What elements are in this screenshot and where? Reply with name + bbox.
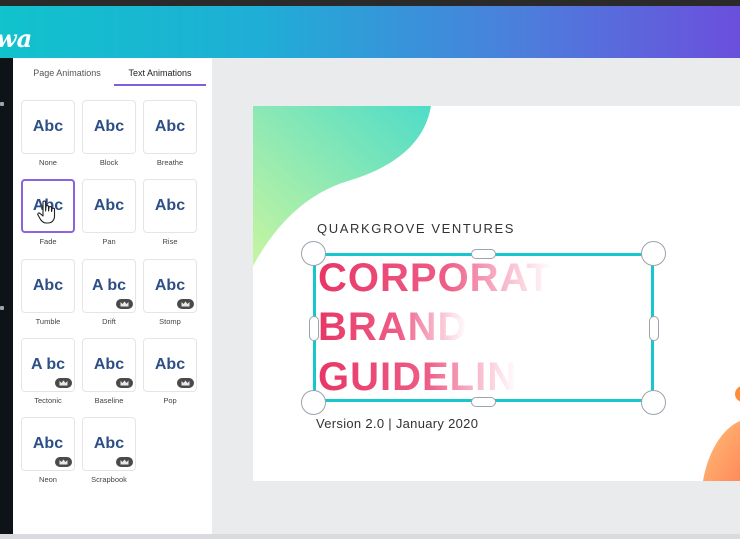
animation-preview-text: Abc bbox=[32, 118, 64, 135]
animation-tile-tumble[interactable]: Abc bbox=[21, 259, 75, 313]
animation-tile-baseline[interactable]: Abc bbox=[82, 338, 136, 392]
animation-label: Fade bbox=[39, 237, 57, 246]
text-selection-box[interactable] bbox=[313, 253, 654, 402]
animation-label: Baseline bbox=[94, 396, 124, 405]
animation-preview-text: Abc bbox=[154, 118, 186, 135]
resize-handle-left[interactable] bbox=[309, 316, 319, 341]
animation-preview-text: Abc bbox=[32, 435, 64, 452]
left-sidebar-rail bbox=[0, 58, 13, 539]
animation-preview-text: Abc bbox=[93, 197, 125, 214]
animation-tile-block[interactable]: Abc bbox=[82, 100, 136, 154]
animation-preview-text: A bc bbox=[91, 277, 127, 294]
crown-icon bbox=[116, 457, 133, 467]
app-logo[interactable]: wa bbox=[0, 24, 32, 53]
crown-icon bbox=[116, 378, 133, 388]
animation-label: Drift bbox=[102, 317, 116, 326]
resize-handle-top-left[interactable] bbox=[301, 241, 326, 266]
animation-tile-scrapbook[interactable]: Abc bbox=[82, 417, 136, 471]
hand-pointer-icon bbox=[37, 200, 56, 224]
animation-tile-pop[interactable]: Abc bbox=[143, 338, 197, 392]
resize-handle-right[interactable] bbox=[649, 316, 659, 341]
app-header: wa bbox=[0, 6, 740, 58]
resize-handle-top-right[interactable] bbox=[641, 241, 666, 266]
animation-label: Breathe bbox=[156, 158, 184, 167]
crown-icon bbox=[55, 457, 72, 467]
animation-label: Scrapbook bbox=[91, 475, 127, 484]
animation-label: Stomp bbox=[159, 317, 181, 326]
animation-label: Rise bbox=[162, 237, 178, 246]
animation-panel: Page Animations Text Animations Abc None A… bbox=[13, 58, 212, 539]
animation-tile-rise[interactable]: Abc bbox=[143, 179, 197, 233]
animation-label: Tumble bbox=[35, 317, 61, 326]
resize-handle-bottom-left[interactable] bbox=[301, 390, 326, 415]
animation-tabs: Page Animations Text Animations bbox=[13, 58, 212, 88]
resize-handle-bottom-right[interactable] bbox=[641, 390, 666, 415]
animation-tile-pan[interactable]: Abc bbox=[82, 179, 136, 233]
animation-preview-text: Abc bbox=[93, 435, 125, 452]
animation-tile-tectonic[interactable]: A bc bbox=[21, 338, 75, 392]
tab-page-animations[interactable]: Page Animations bbox=[27, 67, 107, 87]
animation-label: None bbox=[39, 158, 57, 167]
animation-label: Neon bbox=[39, 475, 57, 484]
crown-icon bbox=[177, 378, 194, 388]
animation-label: Pop bbox=[163, 396, 177, 405]
animation-label: Block bbox=[99, 158, 119, 167]
animation-tile-none[interactable]: Abc bbox=[21, 100, 75, 154]
active-tab-indicator bbox=[114, 84, 206, 86]
version-text[interactable]: Version 2.0 | January 2020 bbox=[316, 416, 478, 431]
rail-item-icon[interactable] bbox=[0, 306, 4, 310]
crown-icon bbox=[55, 378, 72, 388]
animation-preview-text: Abc bbox=[154, 356, 186, 373]
resize-handle-bottom[interactable] bbox=[471, 397, 496, 407]
animation-tile-stomp[interactable]: Abc bbox=[143, 259, 197, 313]
company-name[interactable]: QUARKGROVE VENTURES bbox=[317, 221, 515, 236]
rail-item-icon[interactable] bbox=[0, 102, 4, 106]
bottom-strip bbox=[0, 534, 740, 539]
resize-handle-top[interactable] bbox=[471, 249, 496, 259]
animation-label: Pan bbox=[102, 237, 116, 246]
animation-preview-text: Abc bbox=[32, 277, 64, 294]
animation-label: Tectonic bbox=[34, 396, 62, 405]
animation-tile-neon[interactable]: Abc bbox=[21, 417, 75, 471]
animation-preview-text: A bc bbox=[30, 356, 66, 373]
animation-preview-text: Abc bbox=[154, 277, 186, 294]
animation-preview-text: Abc bbox=[93, 356, 125, 373]
animation-preview-text: Abc bbox=[154, 197, 186, 214]
animation-tile-drift[interactable]: A bc bbox=[82, 259, 136, 313]
crown-icon bbox=[177, 299, 194, 309]
crown-icon bbox=[116, 299, 133, 309]
animation-tile-breathe[interactable]: Abc bbox=[143, 100, 197, 154]
animation-preview-text: Abc bbox=[93, 118, 125, 135]
